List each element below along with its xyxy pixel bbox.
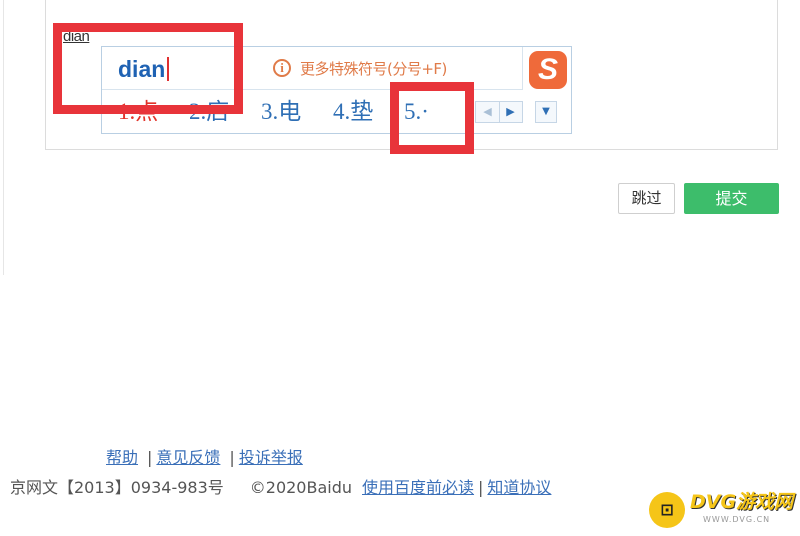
copyright-text: ©2020Baidu [249, 478, 353, 497]
candidate-4[interactable]: 4.垫 [333, 97, 373, 127]
license-text: 京网文【2013】0934-983号 [10, 478, 224, 497]
info-circle-icon: i [273, 59, 291, 77]
gamepad-icon: ⊡ [649, 492, 685, 528]
expand-candidates-icon[interactable]: ▼ [535, 101, 557, 123]
watermark: ⊡ DVG游戏网 WWW.DVG.CN [643, 488, 800, 532]
separator: | [147, 448, 153, 467]
must-read-link[interactable]: 使用百度前必读 [362, 478, 474, 497]
watermark-title: DVG游戏网 [690, 491, 794, 513]
candidate-3[interactable]: 3.电 [261, 97, 301, 127]
page-buttons: ◀ ▶ [475, 101, 523, 123]
sogou-logo[interactable]: S [529, 51, 567, 89]
separator: | [229, 448, 235, 467]
watermark-url: WWW.DVG.CN [703, 515, 771, 524]
page-prev-icon[interactable]: ◀ [476, 102, 500, 122]
skip-button[interactable]: 跳过 [618, 183, 675, 214]
footer-legal: 京网文【2013】0934-983号 ©2020Baidu 使用百度前必读 | 知道协议 [10, 477, 551, 499]
annotation-box-input [53, 23, 243, 114]
footer-links: 帮助 | 意见反馈 | 投诉举报 [106, 447, 303, 469]
report-link[interactable]: 投诉举报 [239, 448, 303, 467]
feedback-link[interactable]: 意见反馈 [156, 448, 220, 467]
page-next-icon[interactable]: ▶ [499, 102, 522, 122]
help-link[interactable]: 帮助 [106, 448, 138, 467]
agreement-link[interactable]: 知道协议 [487, 478, 551, 497]
annotation-box-candidate-5 [390, 82, 474, 154]
page-left-border [3, 0, 4, 275]
separator: | [478, 478, 484, 497]
special-symbols-hint[interactable]: 更多特殊符号(分号+F) [300, 59, 447, 79]
submit-button[interactable]: 提交 [684, 183, 779, 214]
